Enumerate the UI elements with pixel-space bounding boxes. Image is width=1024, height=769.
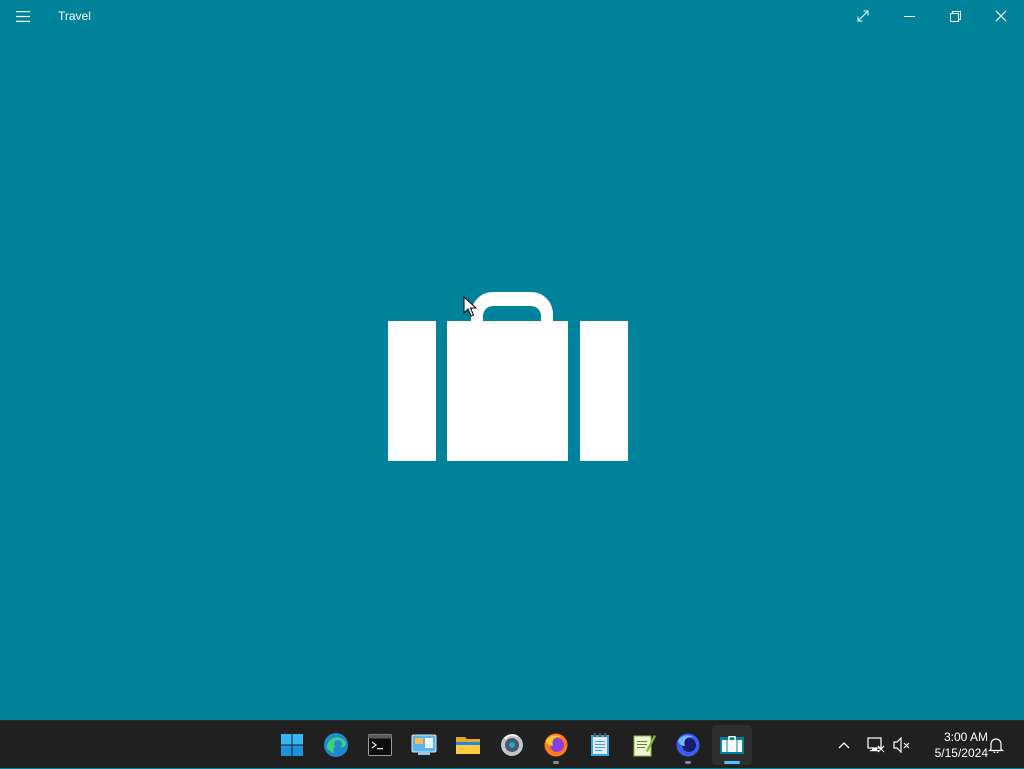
clock-date: 5/15/2024 [934,746,988,760]
taskbar-control-panel[interactable] [404,725,444,765]
media-player-icon [501,734,523,756]
mouse-cursor-icon [463,296,477,317]
chevron-up-icon [838,742,850,749]
suitcase-icon [388,292,628,461]
hamburger-menu-button[interactable] [10,6,36,26]
close-button[interactable] [978,0,1024,32]
firefox-nightly-icon [676,733,700,757]
taskbar-firefox-nightly[interactable] [668,725,708,765]
taskbar: 3:00 AM 5/15/2024 [0,720,1024,768]
taskbar-edge[interactable] [316,725,356,765]
volume-button[interactable] [890,721,914,769]
folder-icon [456,737,480,754]
notepad-icon [591,733,609,756]
start-button[interactable] [272,725,312,765]
app-title: Travel [58,9,91,23]
taskbar-firefox[interactable] [536,725,576,765]
taskbar-file-explorer[interactable] [448,725,488,765]
running-indicator [553,761,559,764]
minimize-button[interactable] [886,0,932,32]
notification-bell-icon [988,738,1004,753]
active-indicator [724,761,740,764]
notification-button[interactable] [984,721,1008,769]
taskbar-terminal[interactable] [360,725,400,765]
restore-button[interactable] [932,0,978,32]
full-screen-button[interactable] [840,0,886,32]
taskbar-travel[interactable] [712,725,752,765]
taskbar-media-player[interactable] [492,725,532,765]
tray-overflow-button[interactable] [832,721,856,769]
firefox-icon [544,733,568,757]
volume-muted-icon [893,737,910,753]
windows-start-icon [281,734,303,756]
control-panel-icon [411,734,437,755]
minimize-icon [903,15,915,17]
travel-icon [720,736,744,754]
hamburger-icon [16,10,30,22]
edge-icon [324,733,348,757]
taskbar-notepad[interactable] [580,725,620,765]
restore-icon [949,10,961,22]
terminal-icon [368,734,392,756]
network-button[interactable] [864,721,888,769]
notepadpp-icon [633,735,656,757]
running-indicator [685,761,691,764]
full-screen-icon [857,10,869,22]
title-bar: Travel [0,0,1024,32]
taskbar-notepadpp[interactable] [624,725,664,765]
close-icon [995,10,1007,22]
travel-app-window: Travel [0,0,1024,720]
network-icon [867,737,885,753]
taskbar-clock[interactable]: 3:00 AM 5/15/2024 [918,729,988,761]
clock-time: 3:00 AM [943,730,988,744]
